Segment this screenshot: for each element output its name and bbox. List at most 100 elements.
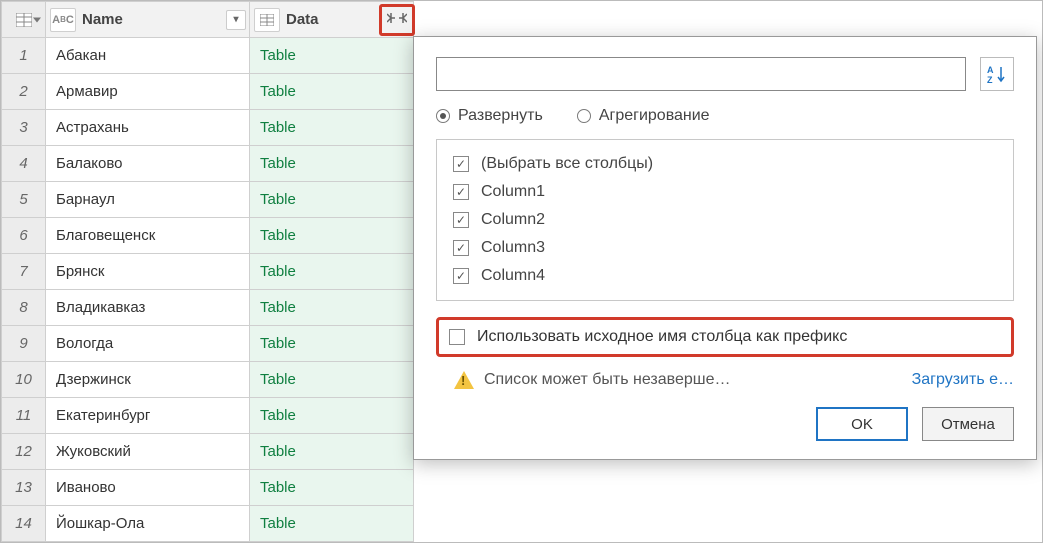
radio-expand[interactable]: Развернуть xyxy=(436,107,543,125)
data-cell[interactable]: Table xyxy=(250,146,414,182)
name-cell[interactable]: Астрахань xyxy=(46,110,250,146)
name-cell[interactable]: Армавир xyxy=(46,74,250,110)
column-checkbox[interactable]: Column1 xyxy=(451,178,999,206)
table-row[interactable]: 1АбаканTable xyxy=(2,38,414,74)
search-input[interactable] xyxy=(436,57,966,91)
column-checkbox[interactable]: Column2 xyxy=(451,206,999,234)
data-cell[interactable]: Table xyxy=(250,506,414,542)
row-number-cell: 6 xyxy=(2,218,46,254)
row-number-cell: 14 xyxy=(2,506,46,542)
table-row[interactable]: 2АрмавирTable xyxy=(2,74,414,110)
button-label: OK xyxy=(851,416,873,433)
checkbox-icon xyxy=(449,329,465,345)
data-cell[interactable]: Table xyxy=(250,290,414,326)
name-cell[interactable]: Благовещенск xyxy=(46,218,250,254)
table-row[interactable]: 10ДзержинскTable xyxy=(2,362,414,398)
radio-icon xyxy=(577,109,591,123)
row-number-cell: 12 xyxy=(2,434,46,470)
name-cell[interactable]: Владикавказ xyxy=(46,290,250,326)
chevron-down-icon xyxy=(33,17,41,22)
checkbox-icon xyxy=(453,184,469,200)
data-cell[interactable]: Table xyxy=(250,182,414,218)
table-row[interactable]: 6БлаговещенскTable xyxy=(2,218,414,254)
name-cell[interactable]: Иваново xyxy=(46,470,250,506)
data-cell[interactable]: Table xyxy=(250,218,414,254)
row-number-cell: 11 xyxy=(2,398,46,434)
table-icon xyxy=(16,13,32,27)
checkbox-icon xyxy=(453,240,469,256)
data-cell[interactable]: Table xyxy=(250,434,414,470)
name-cell[interactable]: Барнаул xyxy=(46,182,250,218)
column-checkbox[interactable]: Column4 xyxy=(451,262,999,290)
column-checkbox[interactable]: Column3 xyxy=(451,234,999,262)
table-row[interactable]: 11ЕкатеринбургTable xyxy=(2,398,414,434)
radio-label: Развернуть xyxy=(458,107,543,125)
name-cell[interactable]: Жуковский xyxy=(46,434,250,470)
checkbox-icon xyxy=(453,156,469,172)
data-table: ABC Name ▾ Data xyxy=(1,1,414,542)
button-label: Отмена xyxy=(941,416,995,433)
data-cell[interactable]: Table xyxy=(250,74,414,110)
column-filter-button[interactable]: ▾ xyxy=(226,10,246,30)
expand-column-button[interactable] xyxy=(379,4,415,36)
checkbox-icon xyxy=(453,268,469,284)
warning-icon xyxy=(454,371,474,389)
checkbox-label: Использовать исходное имя столбца как пр… xyxy=(477,328,847,346)
row-number-cell: 13 xyxy=(2,470,46,506)
name-cell[interactable]: Абакан xyxy=(46,38,250,74)
row-number-cell: 9 xyxy=(2,326,46,362)
data-cell[interactable]: Table xyxy=(250,362,414,398)
sort-az-icon: AZ xyxy=(987,64,1007,84)
warning-text: Список может быть незаверше… xyxy=(484,371,730,389)
radio-label: Агрегирование xyxy=(599,107,710,125)
row-number-header[interactable] xyxy=(2,2,46,38)
checkbox-label: Column3 xyxy=(481,239,545,257)
table-row[interactable]: 12ЖуковскийTable xyxy=(2,434,414,470)
column-header-data[interactable]: Data xyxy=(250,2,414,38)
column-header-name[interactable]: ABC Name ▾ xyxy=(46,2,250,38)
table-row[interactable]: 8ВладикавказTable xyxy=(2,290,414,326)
data-cell[interactable]: Table xyxy=(250,326,414,362)
row-number-cell: 3 xyxy=(2,110,46,146)
radio-icon xyxy=(436,109,450,123)
table-row[interactable]: 5БарнаулTable xyxy=(2,182,414,218)
sort-az-button[interactable]: AZ xyxy=(980,57,1014,91)
checkbox-label: Column4 xyxy=(481,267,545,285)
data-cell[interactable]: Table xyxy=(250,38,414,74)
name-cell[interactable]: Йошкар-Ола xyxy=(46,506,250,542)
table-row[interactable]: 14Йошкар-ОлаTable xyxy=(2,506,414,542)
data-cell[interactable]: Table xyxy=(250,398,414,434)
checkbox-icon xyxy=(453,212,469,228)
select-all-checkbox[interactable]: (Выбрать все столбцы) xyxy=(451,150,999,178)
row-number-cell: 5 xyxy=(2,182,46,218)
cancel-button[interactable]: Отмена xyxy=(922,407,1014,441)
expand-column-popup: AZ Развернуть Агрегирование (Выбрать все… xyxy=(413,36,1037,460)
name-cell[interactable]: Екатеринбург xyxy=(46,398,250,434)
row-number-cell: 2 xyxy=(2,74,46,110)
text-type-icon: ABC xyxy=(50,8,76,32)
data-cell[interactable]: Table xyxy=(250,254,414,290)
row-number-cell: 8 xyxy=(2,290,46,326)
table-row[interactable]: 4БалаковоTable xyxy=(2,146,414,182)
name-cell[interactable]: Дзержинск xyxy=(46,362,250,398)
svg-text:Z: Z xyxy=(987,75,993,84)
table-row[interactable]: 7БрянскTable xyxy=(2,254,414,290)
data-cell[interactable]: Table xyxy=(250,110,414,146)
use-prefix-checkbox[interactable]: Использовать исходное имя столбца как пр… xyxy=(436,317,1014,357)
table-type-icon xyxy=(254,8,280,32)
checkbox-label: Column2 xyxy=(481,211,545,229)
table-row[interactable]: 9ВологдаTable xyxy=(2,326,414,362)
checkbox-label: (Выбрать все столбцы) xyxy=(481,155,653,173)
table-row[interactable]: 13ИвановоTable xyxy=(2,470,414,506)
name-cell[interactable]: Балаково xyxy=(46,146,250,182)
load-more-link[interactable]: Загрузить е… xyxy=(912,371,1014,389)
table-row[interactable]: 3АстраханьTable xyxy=(2,110,414,146)
ok-button[interactable]: OK xyxy=(816,407,908,441)
row-number-cell: 7 xyxy=(2,254,46,290)
radio-aggregate[interactable]: Агрегирование xyxy=(577,107,710,125)
columns-list-box: (Выбрать все столбцы) Column1 Column2 Colu… xyxy=(436,139,1014,301)
data-cell[interactable]: Table xyxy=(250,470,414,506)
name-cell[interactable]: Брянск xyxy=(46,254,250,290)
name-cell[interactable]: Вологда xyxy=(46,326,250,362)
row-number-cell: 4 xyxy=(2,146,46,182)
